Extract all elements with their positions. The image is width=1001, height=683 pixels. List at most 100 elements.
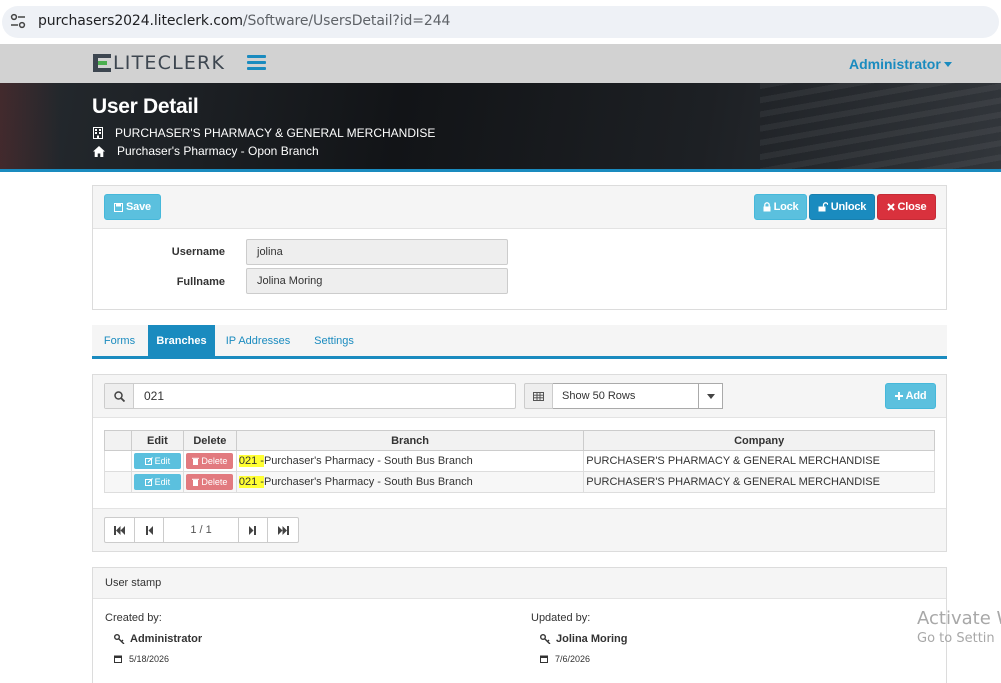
delete-row-button[interactable]: Delete (186, 474, 234, 490)
edit-icon (144, 478, 153, 486)
col-header-edit: Edit (130, 430, 184, 451)
delete-row-label: Delete (201, 477, 228, 487)
edit-row-label: Edit (154, 456, 171, 466)
table-row[interactable]: Edit Delete 021 -Purchaser's Pharmacy - … (104, 471, 935, 493)
tab-ip-addresses[interactable]: IP Addresses (216, 325, 300, 356)
table-row[interactable]: Edit Delete 021 -Purchaser's Pharmacy - … (104, 450, 935, 472)
edit-row-button[interactable]: Edit (133, 453, 181, 469)
previous-page-button[interactable] (135, 518, 165, 542)
edit-icon (144, 457, 153, 465)
row-selector[interactable] (104, 471, 132, 493)
user-detail-panel: Save Lock Unlock Close Username jolina F… (92, 185, 947, 310)
delete-row-button[interactable]: Delete (186, 453, 234, 469)
edit-cell: Edit (130, 450, 184, 472)
branches-table: Edit Delete Branch Company Edit Delete 0… (104, 430, 935, 493)
tab-settings[interactable]: Settings (302, 325, 366, 356)
search-input[interactable] (134, 384, 514, 408)
search-icon (105, 384, 134, 408)
url-path: /Software/UsersDetail?id=244 (242, 13, 451, 29)
plus-icon (894, 392, 903, 400)
user-menu-label: Administrator (849, 56, 941, 72)
branch-cell: 021 -Purchaser's Pharmacy - South Bus Br… (235, 471, 585, 493)
chevron-down-icon[interactable] (698, 384, 722, 408)
last-page-icon (277, 525, 289, 535)
fullname-label: Fullname (176, 276, 225, 288)
browser-address-bar: purchasers2024.liteclerk.com/Software/Us… (0, 0, 1001, 44)
next-page-button[interactable] (239, 518, 269, 542)
header-company: PURCHASER'S PHARMACY & GENERAL MERCHANDI… (93, 126, 435, 140)
site-info-icon[interactable] (10, 13, 26, 29)
table-icon (524, 383, 553, 409)
branch-name: Purchaser's Pharmacy - South Bus Branch (263, 476, 473, 488)
add-branch-button[interactable]: Add (885, 383, 936, 409)
logo-mark-icon (93, 54, 111, 72)
table-header-row: Edit Delete Branch Company (104, 430, 935, 451)
key-icon (114, 634, 125, 644)
key-icon (540, 634, 551, 644)
url-text[interactable]: purchasers2024.liteclerk.com/Software/Us… (38, 13, 450, 29)
edit-cell: Edit (130, 471, 184, 493)
edit-row-button[interactable]: Edit (133, 474, 181, 490)
delete-cell: Delete (182, 471, 237, 493)
updated-date: 7/6/2026 (540, 654, 590, 664)
rows-select[interactable]: Show 50 Rows (553, 383, 723, 409)
branch-code-highlight: 021 - (238, 455, 264, 467)
col-header-company: Company (583, 430, 935, 451)
unlock-button[interactable]: Unlock (809, 194, 875, 220)
app-navbar: LITECLERK Administrator (0, 44, 1001, 83)
close-label: Close (897, 201, 927, 213)
building-icon (93, 127, 103, 139)
watermark-line-1: Activate W (917, 608, 1001, 629)
header-branch: Purchaser's Pharmacy - Opon Branch (93, 144, 319, 158)
trash-icon (192, 478, 200, 486)
home-icon (93, 145, 105, 157)
updated-by-value: Jolina Moring (556, 633, 628, 645)
company-cell: PURCHASER'S PHARMACY & GENERAL MERCHANDI… (583, 471, 935, 493)
rows-per-page: Show 50 Rows (524, 383, 723, 409)
user-stamp-panel: User stamp Created by: Administrator 5/1… (92, 567, 947, 683)
branch-code-highlight: 021 - (238, 476, 264, 488)
fullname-field[interactable]: Jolina Moring (246, 268, 508, 294)
branches-panel: Show 50 Rows Add Edit Delete Branch Comp… (92, 374, 947, 552)
close-icon (886, 203, 895, 211)
first-page-button[interactable] (105, 518, 135, 542)
lock-label: Lock (773, 201, 799, 213)
created-by-label: Created by: (105, 612, 162, 624)
username-field[interactable]: jolina (246, 239, 508, 265)
updated-by-label: Updated by: (531, 612, 591, 624)
rows-select-value: Show 50 Rows (562, 390, 636, 402)
created-date: 5/18/2026 (114, 654, 169, 664)
unlock-label: Unlock (830, 201, 867, 213)
lock-button[interactable]: Lock (754, 194, 807, 220)
detail-toolbar: Save Lock Unlock Close (93, 186, 946, 229)
delete-row-label: Delete (201, 456, 228, 466)
last-page-button[interactable] (268, 518, 298, 542)
logo-text: LITECLERK (113, 52, 226, 74)
calendar-icon (114, 655, 122, 663)
branch-search (104, 383, 516, 409)
branch-name: Purchaser's Pharmacy - South Bus Branch (263, 455, 473, 467)
save-label: Save (126, 201, 151, 213)
created-date-value: 5/18/2026 (129, 654, 170, 664)
previous-page-icon (145, 525, 153, 535)
unlock-icon (818, 202, 828, 212)
lock-icon (763, 202, 771, 212)
created-by-value: Administrator (130, 633, 203, 645)
calendar-icon (540, 655, 548, 663)
hamburger-menu-icon[interactable] (247, 55, 266, 71)
edit-row-label: Edit (154, 477, 171, 487)
next-page-icon (249, 525, 257, 535)
user-menu-dropdown[interactable]: Administrator (849, 56, 952, 72)
save-button[interactable]: Save (104, 194, 161, 220)
row-selector[interactable] (104, 450, 132, 472)
watermark-line-2: Go to Settin (917, 631, 995, 646)
username-label: Username (171, 246, 225, 258)
liteclerk-logo[interactable]: LITECLERK (93, 52, 225, 74)
close-button[interactable]: Close (877, 194, 936, 220)
tab-branches[interactable]: Branches (148, 325, 215, 356)
trash-icon (192, 457, 200, 465)
tab-forms[interactable]: Forms (92, 325, 147, 356)
page-title: User Detail (92, 95, 199, 118)
save-icon (114, 202, 124, 212)
activation-watermark: Activate W Go to Settin (917, 608, 1001, 646)
